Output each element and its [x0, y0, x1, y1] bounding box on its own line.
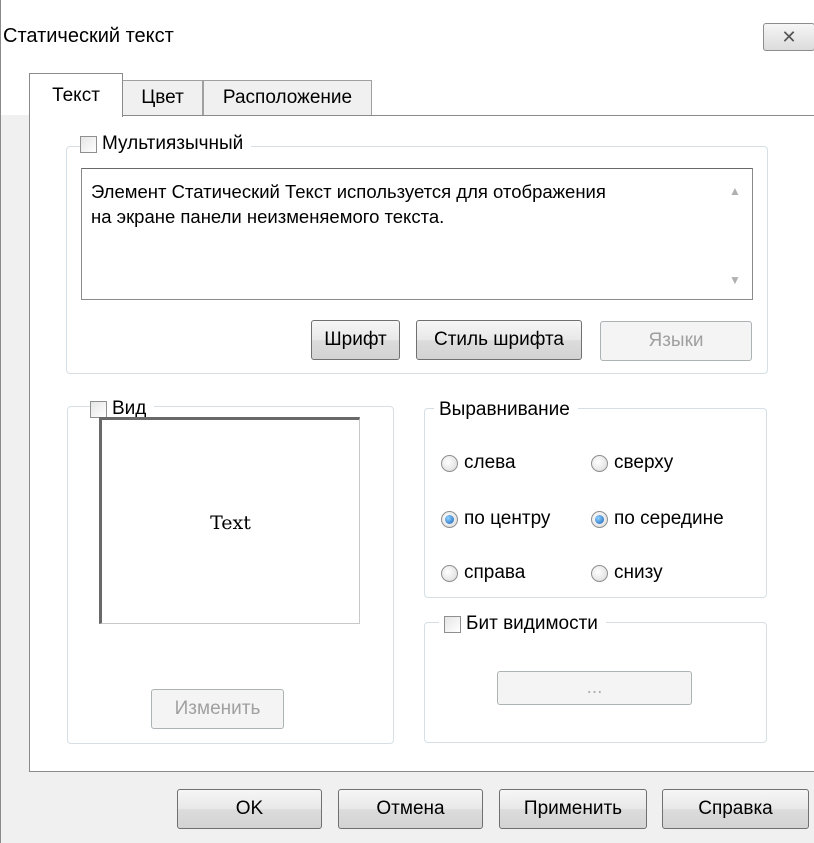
- ok-button-label: OK: [235, 798, 264, 819]
- tab-color-label: Цвет: [141, 87, 184, 108]
- visibility-label: Бит видимости: [466, 613, 598, 634]
- window-title: Статический текст: [3, 25, 174, 47]
- font-style-button-label: Стиль шрифта: [434, 329, 564, 350]
- alignment-label: Выравнивание: [439, 399, 570, 420]
- cancel-button[interactable]: Отмена: [338, 789, 483, 829]
- align-center-radio[interactable]: [441, 510, 458, 528]
- font-button[interactable]: Шрифт: [311, 320, 400, 360]
- text-line-2: на экране панели неизменяемого текста.: [91, 206, 445, 227]
- align-right-radio[interactable]: [441, 564, 458, 582]
- align-bottom-option[interactable]: снизу: [591, 562, 663, 584]
- align-bottom-label: снизу: [614, 562, 663, 583]
- title-bar: Статический текст ✕: [1, 0, 814, 70]
- scroll-up-icon[interactable]: ▲: [729, 179, 741, 204]
- apply-button-label: Применить: [523, 798, 623, 819]
- visibility-browse-label: ...: [586, 677, 603, 698]
- visibility-checkbox[interactable]: [444, 615, 461, 633]
- align-left-radio[interactable]: [441, 454, 458, 472]
- align-left-option[interactable]: слева: [441, 452, 516, 474]
- align-bottom-radio[interactable]: [591, 564, 608, 582]
- preview-text: Text: [210, 512, 251, 534]
- languages-button-label: Языки: [648, 330, 704, 351]
- help-button[interactable]: Справка: [662, 789, 809, 829]
- font-button-label: Шрифт: [324, 329, 387, 350]
- tab-position[interactable]: Расположение: [203, 80, 372, 115]
- change-button[interactable]: Изменить: [151, 689, 284, 729]
- align-left-label: слева: [464, 452, 516, 473]
- ok-button[interactable]: OK: [177, 789, 322, 829]
- tab-text[interactable]: Текст: [29, 73, 123, 117]
- tab-text-label: Текст: [52, 84, 100, 106]
- text-input[interactable]: Элемент Статический Текст используется д…: [81, 168, 753, 300]
- view-checkbox[interactable]: [90, 400, 107, 418]
- visibility-legend: Бит видимости: [439, 610, 606, 638]
- static-text-dialog: Статический текст ✕ Текст Цвет Расположе…: [0, 0, 814, 843]
- align-right-label: справа: [464, 562, 526, 583]
- multilang-legend: Мультиязычный: [80, 129, 252, 159]
- align-top-radio[interactable]: [591, 454, 608, 472]
- text-preview: Text: [99, 417, 360, 624]
- tab-color[interactable]: Цвет: [122, 80, 203, 115]
- change-button-label: Изменить: [174, 698, 261, 719]
- visibility-browse-button[interactable]: ...: [497, 671, 692, 705]
- multilang-checkbox[interactable]: [80, 135, 97, 153]
- font-style-button[interactable]: Стиль шрифта: [416, 320, 582, 360]
- align-middle-label: по середине: [614, 508, 724, 529]
- tab-position-label: Расположение: [222, 87, 353, 108]
- alignment-legend: Выравнивание: [434, 396, 578, 424]
- align-middle-radio[interactable]: [591, 510, 608, 528]
- close-icon: ✕: [781, 26, 797, 47]
- align-center-label: по центру: [464, 508, 551, 529]
- text-scrollbar[interactable]: ▲ ▼: [718, 169, 752, 299]
- help-button-label: Справка: [698, 798, 773, 819]
- align-right-option[interactable]: справа: [441, 562, 525, 584]
- apply-button[interactable]: Применить: [499, 789, 647, 829]
- text-line-1: Элемент Статический Текст используется д…: [91, 181, 606, 202]
- languages-button[interactable]: Языки: [600, 321, 752, 361]
- multilang-label: Мультиязычный: [102, 133, 244, 154]
- align-top-label: сверху: [614, 452, 674, 473]
- align-middle-option[interactable]: по середине: [591, 508, 724, 530]
- close-button[interactable]: ✕: [763, 23, 814, 51]
- scroll-down-icon[interactable]: ▼: [729, 268, 741, 293]
- align-top-option[interactable]: сверху: [591, 452, 673, 474]
- cancel-button-label: Отмена: [376, 798, 445, 819]
- align-center-option[interactable]: по центру: [441, 508, 550, 530]
